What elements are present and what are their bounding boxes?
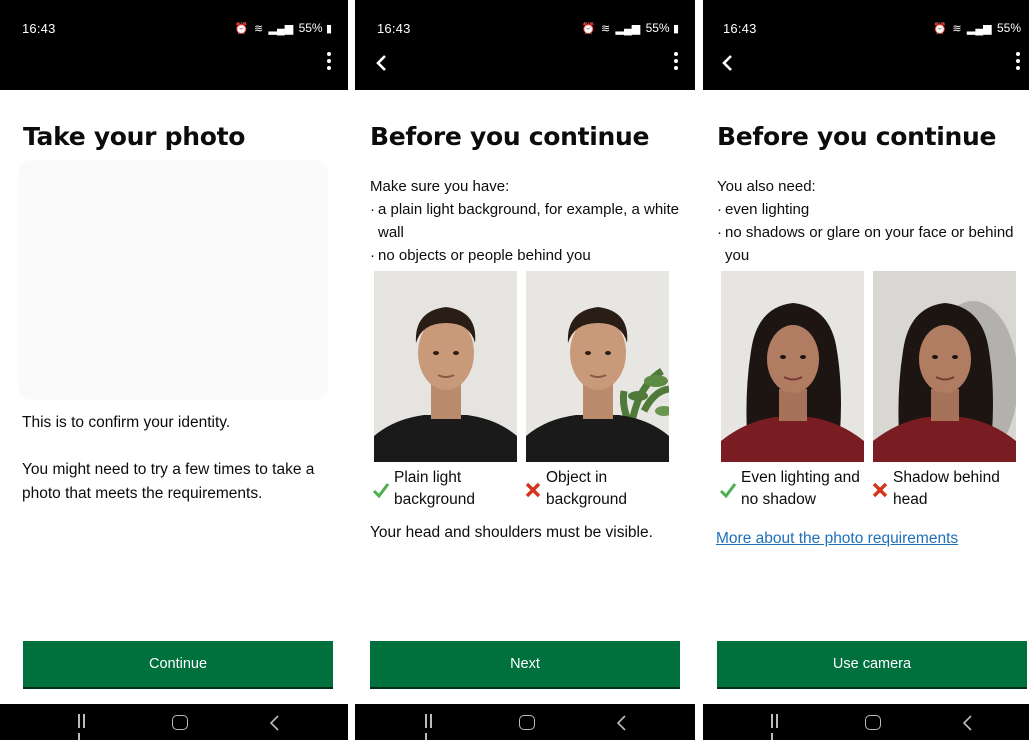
recent-apps-icon[interactable] [771, 714, 785, 740]
example-photo-plain-background [374, 271, 517, 462]
tick-icon [372, 483, 390, 499]
page-title: Before you continue [717, 122, 997, 151]
example-photo-object-background [526, 271, 669, 462]
wifi-icon: ≋ [952, 23, 962, 35]
status-time: 16:43 [723, 21, 757, 36]
home-icon[interactable] [865, 715, 881, 730]
home-icon[interactable] [172, 715, 188, 730]
status-time: 16:43 [22, 21, 56, 36]
list-item: no shadows or glare on your face or behi… [717, 221, 1017, 267]
example-caption-good: Plain light background [394, 469, 476, 508]
wifi-icon: ≋ [253, 23, 264, 35]
example-caption-bad: Shadow behind head [893, 469, 1000, 508]
android-nav-bar [355, 704, 695, 740]
signal-icon: ▂▄▆ [966, 23, 992, 35]
alarm-icon: ⏰ [933, 23, 947, 35]
example-caption-bad: Object in background [546, 469, 628, 508]
visibility-note: Your head and shoulders must be visible. [370, 524, 653, 541]
more-options-icon[interactable] [324, 50, 334, 74]
more-options-icon[interactable] [1013, 50, 1023, 74]
wifi-icon: ≋ [600, 23, 611, 35]
home-icon[interactable] [519, 715, 535, 730]
screen-background-requirements: 16:43 ⏰ ≋ ▂▄▆ 55% ▮ Before you continue … [355, 0, 695, 740]
more-options-icon[interactable] [671, 50, 681, 74]
use-camera-button[interactable]: Use camera [717, 641, 1027, 687]
battery-icon: ▮ [672, 23, 679, 35]
back-arrow-icon[interactable] [371, 52, 393, 74]
list-item: a plain light background, for example, a… [370, 198, 690, 244]
page-title: Take your photo [23, 122, 246, 151]
photo-placeholder [18, 160, 328, 400]
alarm-icon: ⏰ [581, 23, 596, 35]
cross-icon [525, 482, 541, 498]
body-paragraph: You might need to try a few times to tak… [22, 461, 315, 502]
screen-lighting-requirements: 16:43 ⏰ ≋ ▂▄▆ 55% Before you continue Yo… [703, 0, 1029, 740]
app-bar: 16:43 ⏰ ≋ ▂▄▆ 55% ▮ [0, 0, 348, 90]
photo-requirements-link[interactable]: More about the photo requirements [716, 530, 958, 548]
app-bar: 16:43 ⏰ ≋ ▂▄▆ 55% ▮ [355, 0, 695, 90]
battery-level: 55% [645, 21, 670, 35]
battery-icon: ▮ [325, 23, 332, 35]
nav-back-icon[interactable] [615, 713, 629, 733]
list-item: even lighting [717, 198, 1017, 221]
recent-apps-icon[interactable] [78, 714, 92, 740]
android-nav-bar [0, 704, 348, 740]
page-title: Before you continue [370, 122, 650, 151]
example-photo-even-lighting [721, 271, 864, 462]
alarm-icon: ⏰ [234, 23, 249, 35]
android-nav-bar [703, 704, 1029, 740]
status-icons: ⏰ ≋ ▂▄▆ 55% [933, 21, 1021, 35]
nav-back-icon[interactable] [268, 713, 282, 733]
list-item: no objects or people behind you [370, 244, 690, 267]
battery-level: 55% [996, 21, 1021, 35]
cross-icon [872, 482, 888, 498]
example-photo-shadow-behind-head [873, 271, 1016, 462]
intro-text: You also need: [717, 178, 816, 195]
status-icons: ⏰ ≋ ▂▄▆ 55% ▮ [235, 21, 334, 35]
body-paragraph: This is to confirm your identity. [22, 414, 231, 431]
screen-take-photo: 16:43 ⏰ ≋ ▂▄▆ 55% ▮ Take your photo This… [0, 0, 348, 740]
battery-level: 55% [298, 21, 323, 35]
signal-icon: ▂▄▆ [268, 23, 294, 35]
requirements-list: even lighting no shadows or glare on you… [717, 198, 1017, 267]
status-time: 16:43 [377, 21, 411, 36]
requirements-list: a plain light background, for example, a… [370, 198, 690, 267]
status-icons: ⏰ ≋ ▂▄▆ 55% ▮ [582, 21, 681, 35]
tick-icon [719, 483, 737, 499]
next-button[interactable]: Next [370, 641, 680, 687]
back-arrow-icon[interactable] [717, 52, 739, 74]
continue-button[interactable]: Continue [23, 641, 333, 687]
intro-text: Make sure you have: [370, 178, 510, 195]
nav-back-icon[interactable] [961, 713, 975, 733]
example-caption-good: Even lighting and no shadow [741, 469, 860, 508]
recent-apps-icon[interactable] [425, 714, 439, 740]
app-bar: 16:43 ⏰ ≋ ▂▄▆ 55% [703, 0, 1029, 90]
signal-icon: ▂▄▆ [615, 23, 641, 35]
